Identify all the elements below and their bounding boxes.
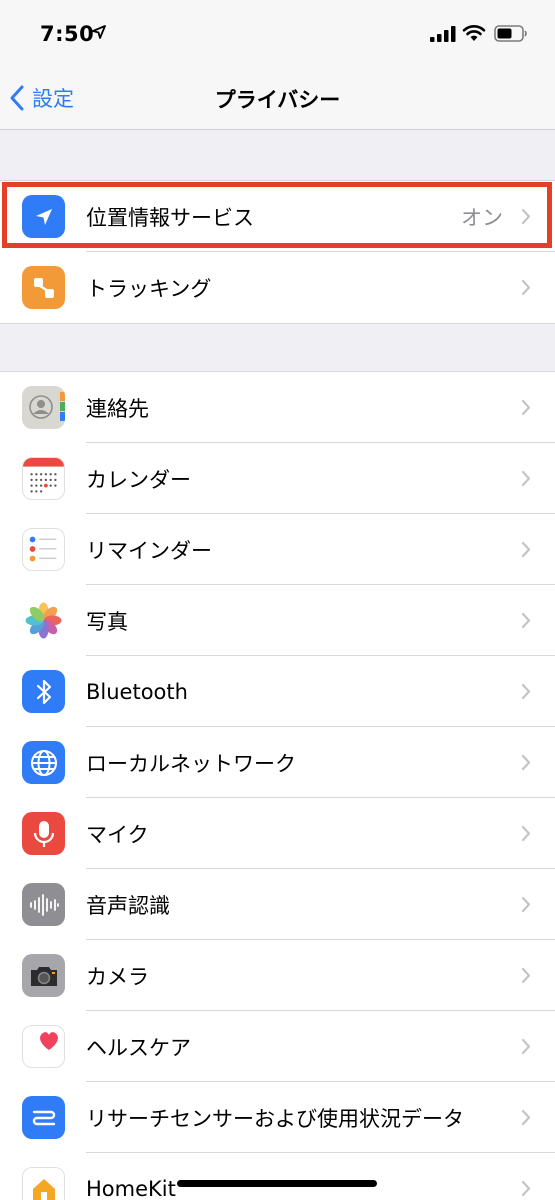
row-label: HomeKit	[86, 1176, 176, 1200]
row-camera[interactable]: カメラ	[0, 940, 555, 1011]
research-sensor-icon	[22, 1096, 65, 1139]
row-microphone[interactable]: マイク	[0, 798, 555, 869]
status-time: 7:50	[40, 22, 95, 46]
row-health[interactable]: ヘルスケア	[0, 1011, 555, 1082]
photos-icon	[22, 599, 65, 642]
heart-icon	[22, 1025, 65, 1068]
row-label: カメラ	[86, 964, 149, 989]
navigation-bar: 設定 プライバシー	[0, 66, 555, 130]
waveform-icon	[22, 883, 65, 926]
row-label: マイク	[86, 822, 149, 847]
row-speech-recognition[interactable]: 音声認識	[0, 869, 555, 940]
chevron-right-icon	[521, 683, 531, 700]
chevron-right-icon	[521, 208, 531, 225]
row-reminders[interactable]: リマインダー	[0, 514, 555, 585]
home-indicator[interactable]	[177, 1180, 377, 1187]
location-services-icon	[22, 195, 65, 238]
location-arrow-icon	[92, 25, 106, 39]
row-label: 写真	[86, 609, 128, 634]
row-tracking[interactable]: トラッキング	[0, 252, 555, 323]
home-icon	[22, 1167, 65, 1200]
page-title: プライバシー	[214, 88, 341, 112]
row-label: リサーチセンサーおよび使用状況データ	[86, 1106, 464, 1131]
status-bar: 7:50	[0, 0, 555, 66]
reminders-icon	[22, 528, 65, 571]
row-homekit[interactable]: HomeKit	[0, 1153, 555, 1200]
chevron-right-icon	[521, 470, 531, 487]
chevron-right-icon	[521, 541, 531, 558]
row-label: トラッキング	[86, 276, 212, 301]
battery-icon	[494, 25, 527, 42]
row-value: オン	[461, 205, 503, 230]
bluetooth-icon	[22, 670, 65, 713]
chevron-right-icon	[521, 279, 531, 296]
chevron-right-icon	[521, 399, 531, 416]
row-label: 位置情報サービス	[86, 205, 254, 230]
row-label: ローカルネットワーク	[86, 751, 296, 776]
row-contacts[interactable]: 連絡先	[0, 372, 555, 443]
row-location-services[interactable]: 位置情報サービス オン	[0, 181, 555, 252]
row-label: 連絡先	[86, 396, 149, 421]
chevron-right-icon	[521, 1180, 531, 1197]
row-label: ヘルスケア	[86, 1035, 191, 1060]
row-local-network[interactable]: ローカルネットワーク	[0, 727, 555, 798]
chevron-right-icon	[521, 896, 531, 913]
chevron-right-icon	[521, 754, 531, 771]
row-label: Bluetooth	[86, 679, 188, 704]
settings-group-2: 連絡先 カレンダー リマインダー 写真 Bluetooth ローカルネットワーク…	[0, 371, 555, 1200]
cellular-signal-icon	[430, 26, 456, 42]
row-label: 音声認識	[86, 893, 170, 918]
row-label: カレンダー	[86, 467, 191, 492]
chevron-right-icon	[521, 612, 531, 629]
contacts-icon	[22, 386, 65, 429]
tracking-icon	[22, 266, 65, 309]
chevron-right-icon	[521, 1109, 531, 1126]
camera-icon	[22, 954, 65, 997]
row-photos[interactable]: 写真	[0, 585, 555, 656]
wifi-icon	[462, 25, 486, 41]
settings-group-1: 位置情報サービス オン トラッキング	[0, 180, 555, 324]
calendar-icon	[22, 457, 65, 500]
chevron-right-icon	[521, 825, 531, 842]
row-bluetooth[interactable]: Bluetooth	[0, 656, 555, 727]
chevron-right-icon	[521, 1038, 531, 1055]
row-label: リマインダー	[86, 538, 212, 563]
row-calendar[interactable]: カレンダー	[0, 443, 555, 514]
row-research-sensor[interactable]: リサーチセンサーおよび使用状況データ	[0, 1082, 555, 1153]
microphone-icon	[22, 812, 65, 855]
globe-icon	[22, 741, 65, 784]
chevron-right-icon	[521, 967, 531, 984]
